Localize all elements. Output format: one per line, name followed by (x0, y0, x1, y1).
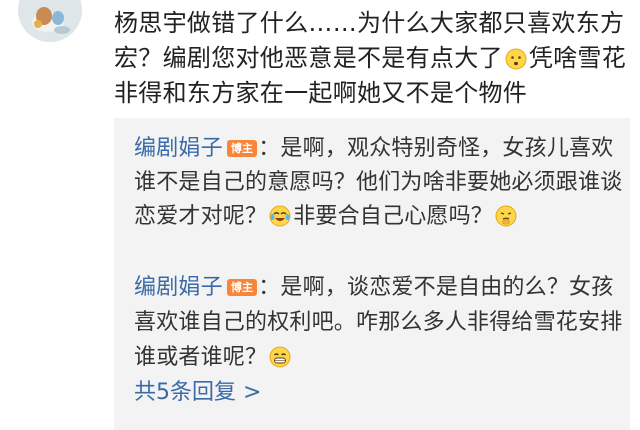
reply-item: 编剧娟子 博主 ：是啊，观众特别奇怪，女孩儿喜欢谁不是自己的意愿吗？他们为啥非要她必… (134, 132, 624, 234)
reply-thread: 编剧娟子 博主 ：是啊，观众特别奇怪，女孩儿喜欢谁不是自己的意愿吗？他们为啥非要她必… (114, 118, 630, 430)
author-badge: 博主 (226, 140, 258, 157)
reply-author-link[interactable]: 编剧娟子 (134, 136, 223, 161)
main-comment-text: 杨思宇做错了什么……为什么大家都只喜欢东方宏？编剧您对他恶意是不是有点大了 凭啥雪… (114, 6, 630, 111)
reply-item: 编剧娟子 博主 ：是啊，谈恋爱不是自由的么？女孩喜欢谁自己的权利吧。咋那么多人非得给… (134, 270, 624, 375)
more-replies-link[interactable]: 共5条回复 > (134, 378, 261, 408)
reply-text-part2: 非要合自己心愿吗？ (293, 204, 494, 229)
thinking-icon (495, 204, 517, 227)
comment-page: 杨思宇做错了什么……为什么大家都只喜欢东方宏？编剧您对他恶意是不是有点大了 凭啥雪… (0, 0, 640, 430)
sad-face-icon (505, 45, 527, 70)
author-badge: 博主 (226, 279, 258, 296)
avatar-image (18, 0, 82, 42)
reply-author-link[interactable]: 编剧娟子 (134, 275, 223, 300)
avatar[interactable] (18, 0, 82, 42)
laugh-cry-icon (269, 204, 291, 227)
grin-icon (269, 344, 291, 368)
